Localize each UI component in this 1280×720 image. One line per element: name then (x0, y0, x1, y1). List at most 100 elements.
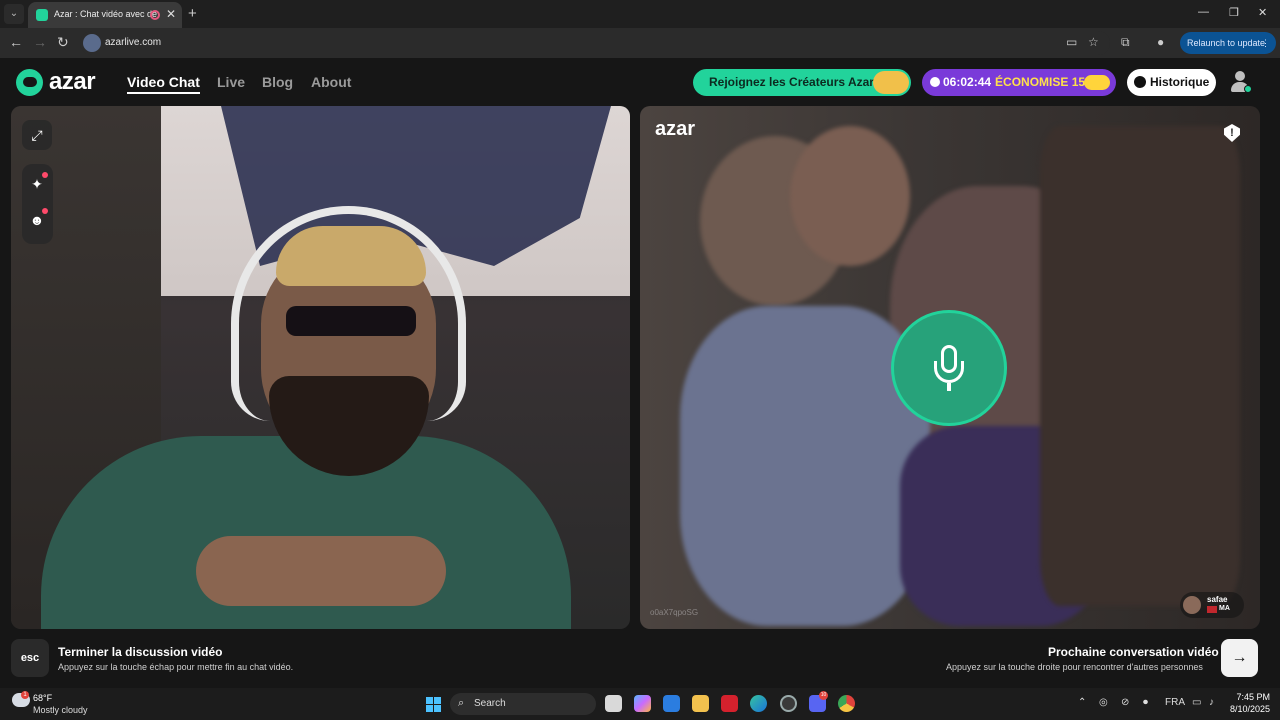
azar-logo-icon[interactable] (16, 69, 43, 96)
blurred-figure (1040, 126, 1240, 606)
next-chat-button[interactable]: → (1221, 639, 1258, 677)
task-view-icon[interactable] (605, 695, 622, 712)
windows-start-icon[interactable] (426, 697, 441, 712)
weather-alert-badge: 1 (21, 691, 29, 699)
url-text[interactable]: azarlive.com (105, 37, 161, 48)
esc-key-button[interactable]: esc (11, 639, 49, 677)
taskbar-search[interactable]: ⌕ Search (450, 693, 596, 715)
join-creators-label: Rejoignez les Créateurs Azar (709, 75, 874, 89)
address-bar[interactable]: azarlive.com (80, 31, 1110, 55)
tray-volume-icon[interactable]: ♪ (1209, 697, 1214, 708)
blurred-figure (680, 306, 930, 626)
partner-avatar (1183, 596, 1201, 614)
restore-button[interactable]: ❐ (1229, 6, 1239, 19)
history-label: Historique (1150, 75, 1210, 89)
azar-watermark: azar (655, 118, 696, 140)
taskbar-date[interactable]: 8/10/2025 (1228, 704, 1270, 714)
microphone-button[interactable] (894, 313, 1004, 423)
copilot-icon[interactable] (634, 695, 651, 712)
search-placeholder: Search (474, 698, 506, 709)
creators-illustration-icon (873, 71, 909, 94)
session-id: o0aX7qpoSG (650, 608, 699, 617)
partner-country: MA (1219, 605, 1230, 612)
tray-microphone-icon[interactable]: ⏺ (1143, 697, 1148, 708)
minimize-button[interactable]: — (1198, 6, 1209, 18)
nav-video-chat[interactable]: Video Chat (127, 74, 200, 94)
partner-video-pane: azar ! o0aX7qpoSG safae MA (640, 106, 1260, 629)
forward-arrow-icon[interactable]: → (33, 34, 47, 50)
blurred-figure (790, 126, 910, 266)
bookmark-star-icon[interactable]: ☆ (1088, 35, 1099, 49)
gems-icon (1084, 75, 1110, 90)
weather-description[interactable]: Mostly cloudy (33, 705, 88, 715)
weather-temperature[interactable]: 68°F (33, 693, 52, 703)
user-avatar-button[interactable] (1229, 70, 1252, 94)
microsoft-store-icon[interactable] (663, 695, 680, 712)
local-video-pane: ⤢ ✦ ☻ (11, 106, 630, 629)
end-chat-hint: Appuyez sur la touche échap pour mettre … (58, 662, 294, 672)
discord-icon[interactable]: 10 (809, 691, 828, 712)
partner-name: safae (1207, 595, 1228, 604)
discord-notification-badge: 10 (819, 691, 828, 700)
wps-office-icon[interactable] (721, 695, 738, 712)
countdown-timer: 06:02:44 (943, 75, 992, 89)
new-tab-button[interactable]: + (188, 5, 197, 22)
nav-live[interactable]: Live (217, 74, 245, 90)
history-clock-icon (1134, 76, 1146, 88)
nav-about[interactable]: About (311, 74, 351, 90)
history-button[interactable]: Historique (1127, 69, 1216, 96)
browser-tab-bar: ⌄ Azar : Chat vidéo avec de n ✕ + — ❐ ✕ (0, 0, 1280, 28)
azar-page: azar Video Chat Live Blog About Rejoigne… (0, 58, 1280, 688)
avatar-icon (1235, 71, 1245, 81)
search-icon: ⌕ (458, 697, 465, 709)
tray-sync-icon[interactable]: ◎ (1099, 697, 1108, 708)
reload-icon[interactable]: ↻ (57, 34, 69, 51)
tab-search-chevron-icon[interactable]: ⌄ (4, 4, 24, 24)
steam-icon[interactable] (780, 695, 797, 712)
azar-logo-text[interactable]: azar (49, 68, 96, 96)
tray-display-icon[interactable]: ▭ (1192, 697, 1201, 708)
partner-profile-chip[interactable]: safae MA (1180, 592, 1244, 618)
tray-network-off-icon[interactable]: ⊘ (1121, 697, 1129, 708)
file-explorer-icon[interactable] (692, 695, 709, 712)
more-vert-icon: ⋮ (1261, 38, 1270, 48)
promo-discount: ÉCONOMISE 15% (995, 75, 1096, 89)
relaunch-to-update-button[interactable]: Relaunch to update ⋮ (1180, 32, 1276, 54)
end-chat-title: Terminer la discussion vidéo (58, 645, 223, 659)
language-indicator[interactable]: FRA (1165, 697, 1185, 708)
cast-icon[interactable]: ▭ (1066, 35, 1077, 49)
next-chat-title: Prochaine conversation vidéo (1048, 645, 1219, 659)
tray-overflow-chevron-icon[interactable]: ⌃ (1078, 697, 1086, 708)
join-creators-button[interactable]: Rejoignez les Créateurs Azar (693, 69, 911, 96)
next-chat-hint: Appuyez sur la touche droite pour rencon… (946, 662, 1203, 672)
back-arrow-icon[interactable]: ← (9, 34, 23, 50)
site-info-icon[interactable] (83, 34, 101, 52)
nav-blog[interactable]: Blog (262, 74, 293, 90)
online-status-dot (1244, 85, 1252, 93)
clock-icon (930, 77, 940, 87)
edge-browser-icon[interactable] (750, 695, 767, 712)
expand-video-icon[interactable]: ⤢ (22, 120, 52, 150)
extensions-icon[interactable]: ⧉ (1121, 35, 1130, 50)
new-indicator-dot (42, 208, 48, 214)
taskbar-time[interactable]: 7:45 PM (1228, 692, 1270, 702)
browser-tab-azar[interactable]: Azar : Chat vidéo avec de n ✕ (28, 2, 182, 28)
browser-toolbar: ← → ↻ azarlive.com ▭ ☆ ⧉ ● Relaunch to u… (0, 28, 1280, 58)
new-indicator-dot (42, 172, 48, 178)
close-window-button[interactable]: ✕ (1258, 6, 1267, 19)
person-hands (196, 536, 446, 606)
recording-indicator-icon (150, 10, 160, 20)
effects-toolbar: ✦ ☻ (22, 164, 53, 244)
chrome-icon[interactable] (838, 695, 855, 712)
sunglasses (286, 306, 416, 336)
promo-timer-button[interactable]: 06:02:44 ÉCONOMISE 15% (922, 69, 1116, 96)
microphone-icon-base (947, 383, 951, 391)
morocco-flag-icon (1207, 606, 1217, 613)
azar-favicon-icon (36, 9, 48, 21)
tab-close-icon[interactable]: ✕ (166, 7, 176, 21)
relaunch-label: Relaunch to update (1187, 38, 1266, 48)
microphone-icon-stand (934, 361, 964, 383)
profile-icon[interactable]: ● (1157, 35, 1164, 49)
windows-taskbar: 1 68°F Mostly cloudy ⌕ Search 10 ⌃ ◎ ⊘ ⏺… (0, 688, 1280, 720)
tab-title: Azar : Chat vidéo avec de n (54, 9, 158, 19)
